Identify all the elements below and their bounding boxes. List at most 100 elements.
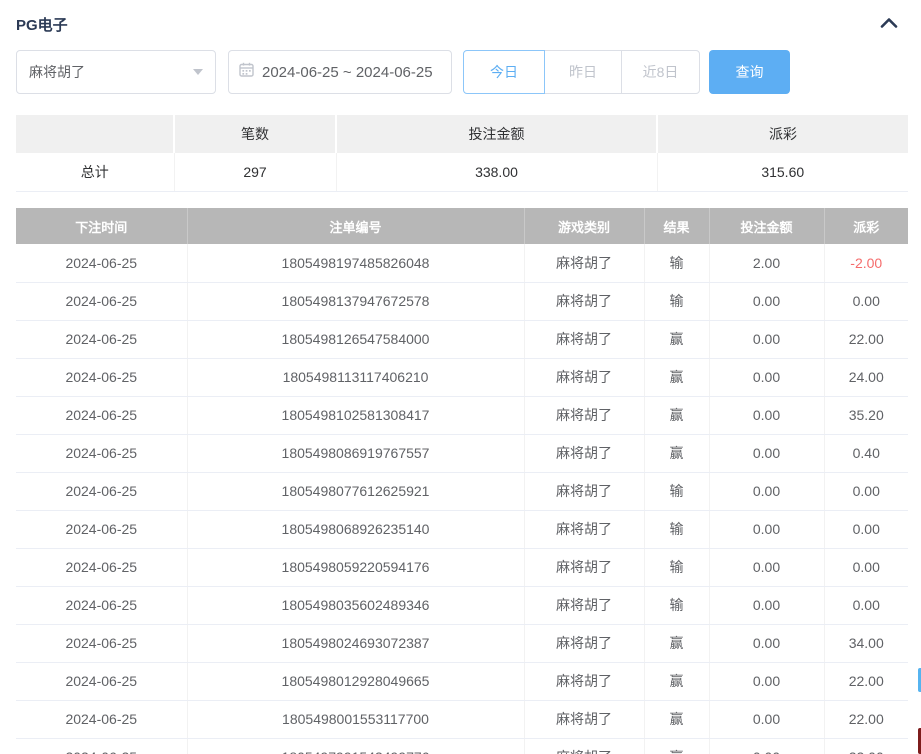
cell-bet-time: 2024-06-25 <box>16 738 187 754</box>
cell-payout: 22.00 <box>824 320 908 358</box>
cell-result: 输 <box>644 548 709 586</box>
cell-payout: 22.00 <box>824 738 908 754</box>
cell-bet-id: 1805498126547584000 <box>187 320 524 358</box>
last-8-days-button[interactable]: 近8日 <box>621 50 700 94</box>
cell-bet-id: 1805498137947672578 <box>187 282 524 320</box>
table-row: 2024-06-25 1805498059220594176 麻将胡了 输 0.… <box>16 548 908 586</box>
cell-payout: 34.00 <box>824 624 908 662</box>
header-result: 结果 <box>644 208 709 244</box>
cell-payout: 22.00 <box>824 662 908 700</box>
quick-date-button-group: 今日 昨日 近8日 <box>463 50 700 94</box>
cell-bet-amount: 0.00 <box>709 510 824 548</box>
cell-game-type: 麻将胡了 <box>524 586 644 624</box>
cell-bet-id: 1805498086919767557 <box>187 434 524 472</box>
cell-bet-id: 1805498012928049665 <box>187 662 524 700</box>
cell-bet-amount: 0.00 <box>709 434 824 472</box>
cell-bet-amount: 0.00 <box>709 586 824 624</box>
cell-game-type: 麻将胡了 <box>524 244 644 282</box>
cell-bet-amount: 0.00 <box>709 472 824 510</box>
cell-result: 赢 <box>644 738 709 754</box>
cell-bet-amount: 0.00 <box>709 396 824 434</box>
table-row: 2024-06-25 1805498197485826048 麻将胡了 输 2.… <box>16 244 908 282</box>
summary-header-count: 笔数 <box>174 115 336 153</box>
cell-game-type: 麻将胡了 <box>524 472 644 510</box>
query-button[interactable]: 查询 <box>709 50 790 94</box>
cell-bet-id: 1805498035602489346 <box>187 586 524 624</box>
cell-game-type: 麻将胡了 <box>524 662 644 700</box>
header-bet-id: 注单编号 <box>187 208 524 244</box>
cell-game-type: 麻将胡了 <box>524 396 644 434</box>
cell-result: 赢 <box>644 320 709 358</box>
table-row: 2024-06-25 1805497991543499776 麻将胡了 赢 0.… <box>16 738 908 754</box>
cell-bet-amount: 0.00 <box>709 358 824 396</box>
today-button[interactable]: 今日 <box>463 50 545 94</box>
cell-payout: 22.00 <box>824 700 908 738</box>
cell-payout: 0.00 <box>824 510 908 548</box>
cell-game-type: 麻将胡了 <box>524 320 644 358</box>
cell-bet-time: 2024-06-25 <box>16 548 187 586</box>
chevron-down-icon <box>193 69 203 75</box>
cell-bet-time: 2024-06-25 <box>16 662 187 700</box>
cell-payout: 0.40 <box>824 434 908 472</box>
cell-bet-amount: 0.00 <box>709 548 824 586</box>
game-select[interactable]: 麻将胡了 <box>16 50 216 94</box>
cell-bet-time: 2024-06-25 <box>16 700 187 738</box>
table-row: 2024-06-25 1805498035602489346 麻将胡了 输 0.… <box>16 586 908 624</box>
yesterday-button[interactable]: 昨日 <box>544 50 622 94</box>
date-range-input[interactable]: 2024-06-25 ~ 2024-06-25 <box>228 50 452 94</box>
table-row: 2024-06-25 1805498137947672578 麻将胡了 输 0.… <box>16 282 908 320</box>
cell-game-type: 麻将胡了 <box>524 358 644 396</box>
summary-total-payout: 315.60 <box>657 153 908 191</box>
cell-bet-amount: 0.00 <box>709 624 824 662</box>
cell-bet-amount: 0.00 <box>709 700 824 738</box>
cell-bet-time: 2024-06-25 <box>16 434 187 472</box>
cell-payout: 35.20 <box>824 396 908 434</box>
chevron-up-icon <box>880 16 898 34</box>
cell-result: 输 <box>644 510 709 548</box>
cell-payout: 0.00 <box>824 472 908 510</box>
summary-total-bet-amount: 338.00 <box>336 153 657 191</box>
cell-result: 输 <box>644 244 709 282</box>
cell-bet-id: 1805497991543499776 <box>187 738 524 754</box>
cell-result: 输 <box>644 586 709 624</box>
header-bet-amount: 投注金额 <box>709 208 824 244</box>
cell-result: 赢 <box>644 662 709 700</box>
cell-payout: 0.00 <box>824 282 908 320</box>
cell-game-type: 麻将胡了 <box>524 434 644 472</box>
cell-bet-time: 2024-06-25 <box>16 358 187 396</box>
table-row: 2024-06-25 1805498126547584000 麻将胡了 赢 0.… <box>16 320 908 358</box>
cell-bet-id: 1805498077612625921 <box>187 472 524 510</box>
cell-result: 赢 <box>644 396 709 434</box>
cell-bet-id: 1805498024693072387 <box>187 624 524 662</box>
cell-bet-id: 1805498197485826048 <box>187 244 524 282</box>
summary-total-row: 总计 297 338.00 315.60 <box>16 153 908 191</box>
summary-header-row: 笔数 投注金额 派彩 <box>16 115 908 153</box>
cell-result: 赢 <box>644 434 709 472</box>
header-game-type: 游戏类别 <box>524 208 644 244</box>
page-title: PG电子 <box>16 14 68 35</box>
cell-payout: -2.00 <box>824 244 908 282</box>
collapse-panel-button[interactable] <box>877 15 901 35</box>
cell-bet-id: 1805498068926235140 <box>187 510 524 548</box>
cell-bet-time: 2024-06-25 <box>16 586 187 624</box>
cell-bet-id: 1805498102581308417 <box>187 396 524 434</box>
cell-result: 输 <box>644 472 709 510</box>
cell-bet-time: 2024-06-25 <box>16 396 187 434</box>
table-row: 2024-06-25 1805498113117406210 麻将胡了 赢 0.… <box>16 358 908 396</box>
cell-payout: 24.00 <box>824 358 908 396</box>
cell-result: 赢 <box>644 358 709 396</box>
header-payout: 派彩 <box>824 208 908 244</box>
calendar-icon <box>239 62 254 82</box>
cell-game-type: 麻将胡了 <box>524 700 644 738</box>
cell-game-type: 麻将胡了 <box>524 624 644 662</box>
table-row: 2024-06-25 1805498001553117700 麻将胡了 赢 0.… <box>16 700 908 738</box>
bet-table-header-row: 下注时间 注单编号 游戏类别 结果 投注金额 派彩 <box>16 208 908 244</box>
summary-header-payout: 派彩 <box>657 115 908 153</box>
date-range-value: 2024-06-25 ~ 2024-06-25 <box>262 64 433 81</box>
summary-total-label: 总计 <box>16 153 174 191</box>
panel-header: PG电子 <box>0 0 921 35</box>
pg-games-panel: PG电子 麻将胡了 2024-06-25 ~ 2024-06-25 今日 昨日 … <box>0 0 921 754</box>
cell-game-type: 麻将胡了 <box>524 510 644 548</box>
cell-game-type: 麻将胡了 <box>524 548 644 586</box>
cell-result: 赢 <box>644 700 709 738</box>
